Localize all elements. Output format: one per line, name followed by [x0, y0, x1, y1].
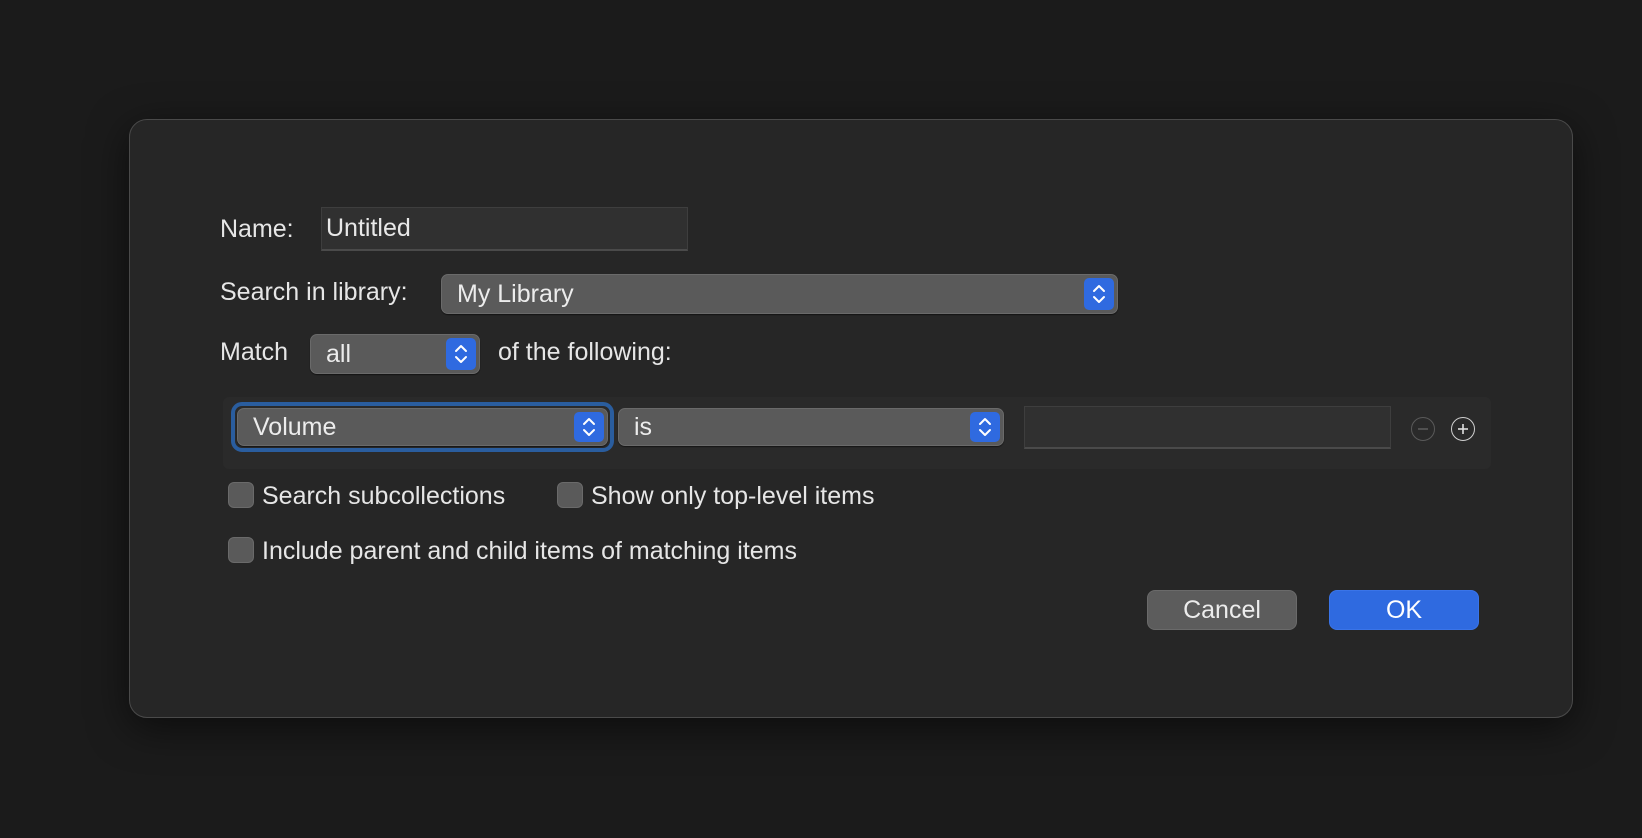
remove-condition-button[interactable]	[1411, 417, 1435, 441]
name-field[interactable]	[321, 207, 688, 251]
condition-field-value: Volume	[253, 412, 337, 441]
library-popup-value: My Library	[457, 279, 574, 308]
cancel-button[interactable]: Cancel	[1147, 590, 1297, 630]
include-parent-child-checkbox[interactable]	[228, 537, 254, 563]
ok-button[interactable]: OK	[1329, 590, 1479, 630]
condition-value-field[interactable]	[1024, 406, 1391, 449]
match-suffix-label: of the following:	[498, 338, 672, 366]
condition-operator-popup[interactable]: is	[618, 408, 1004, 446]
search-subcollections-checkbox[interactable]	[228, 482, 254, 508]
library-label: Search in library:	[220, 278, 408, 306]
show-top-level-label[interactable]: Show only top-level items	[591, 481, 874, 511]
add-condition-button[interactable]	[1451, 417, 1475, 441]
up-down-chevron-icon	[970, 412, 1000, 442]
include-parent-child-label[interactable]: Include parent and child items of matchi…	[262, 536, 797, 566]
up-down-chevron-icon	[574, 412, 604, 442]
up-down-chevron-icon	[1084, 278, 1114, 310]
plus-circle-icon	[1458, 424, 1468, 434]
show-top-level-checkbox[interactable]	[557, 482, 583, 508]
match-label: Match	[220, 338, 289, 366]
saved-search-dialog: Name: Search in library: My Library Matc…	[129, 119, 1573, 718]
library-popup[interactable]: My Library	[441, 274, 1118, 314]
name-label: Name:	[220, 215, 294, 243]
match-popup[interactable]: all	[310, 334, 480, 374]
minus-circle-icon	[1418, 428, 1428, 430]
up-down-chevron-icon	[446, 338, 476, 370]
match-popup-value: all	[326, 339, 352, 368]
condition-field-popup[interactable]: Volume	[237, 408, 608, 446]
condition-operator-value: is	[634, 412, 653, 441]
search-subcollections-label[interactable]: Search subcollections	[262, 481, 505, 511]
